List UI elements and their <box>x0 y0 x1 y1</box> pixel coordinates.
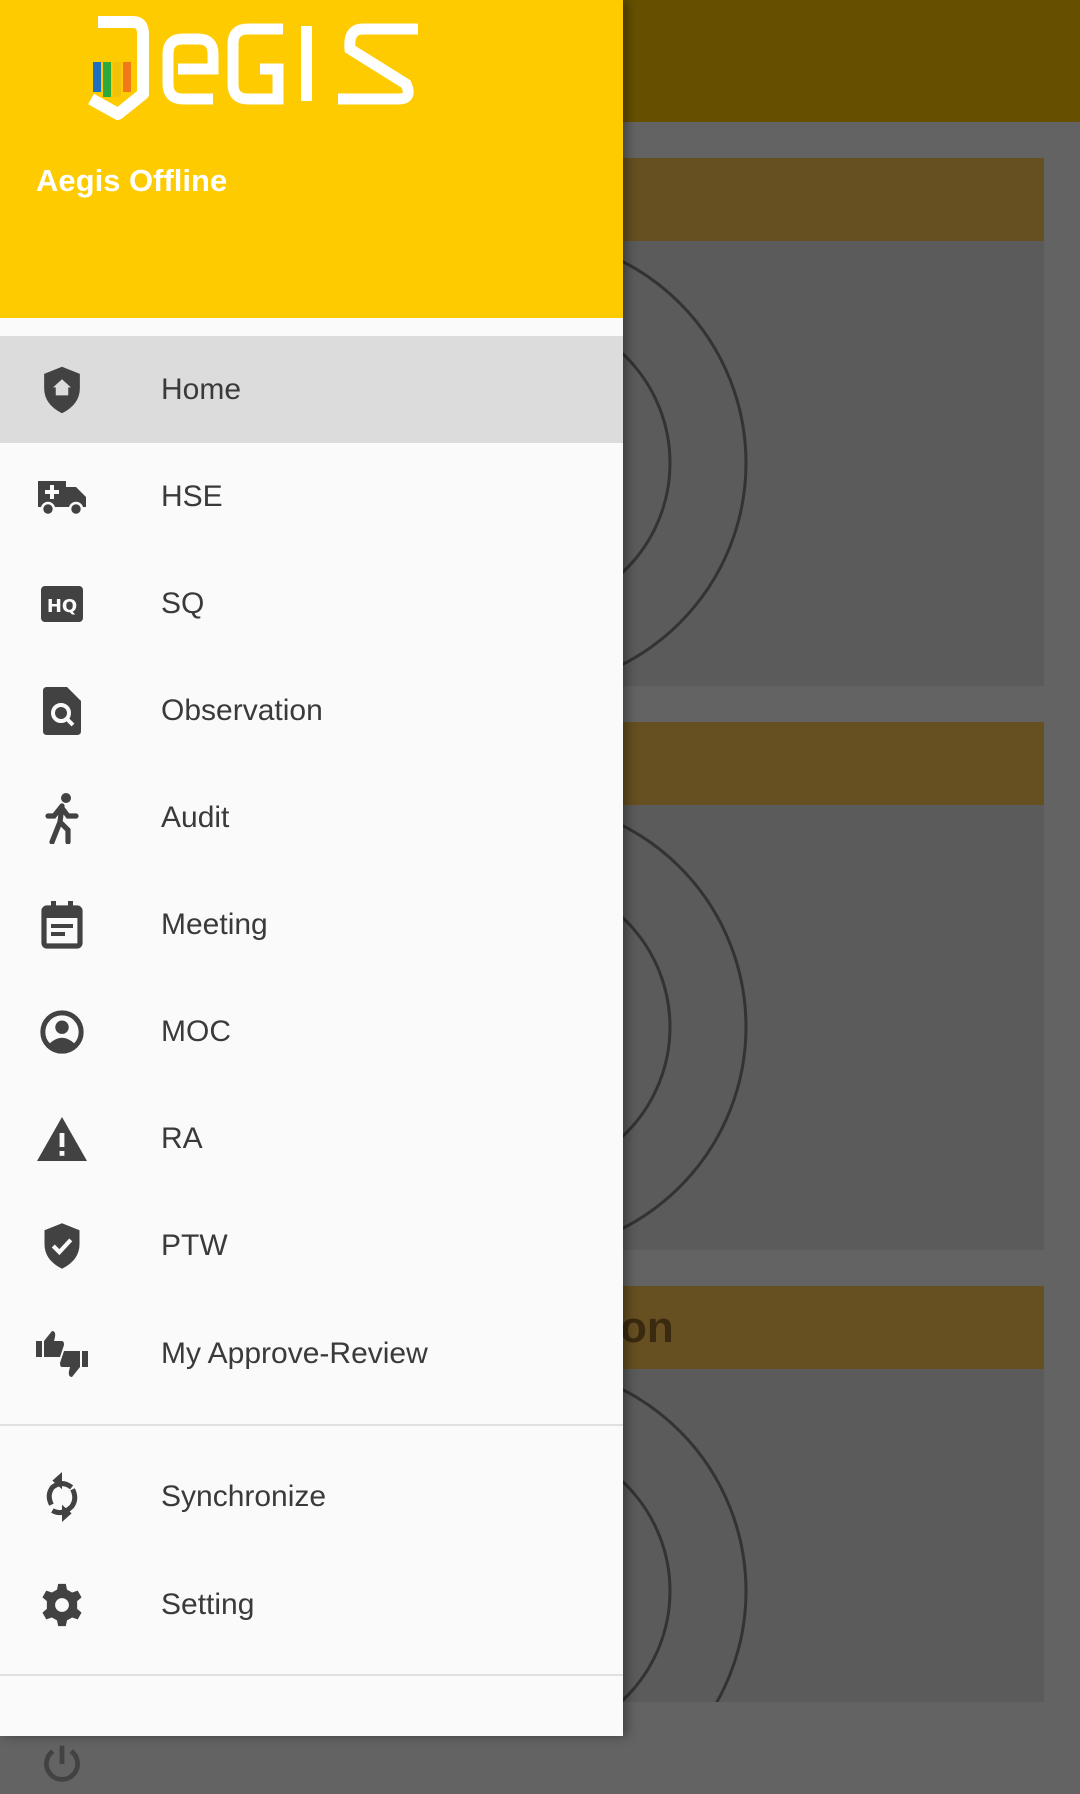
menu-item-setting[interactable]: Setting <box>0 1551 623 1658</box>
drawer-header: Aegis Offline <box>0 0 623 318</box>
menu-item-sq[interactable]: HQ SQ <box>0 550 623 657</box>
menu-item-meeting[interactable]: Meeting <box>0 871 623 978</box>
sync-icon <box>32 1467 92 1527</box>
divider <box>0 1424 623 1426</box>
thumbs-up-down-icon <box>32 1324 92 1384</box>
background-card-2 <box>560 722 1044 1250</box>
shield-home-icon <box>32 360 92 420</box>
menu-label: HSE <box>161 479 223 513</box>
ambulance-icon <box>32 467 92 527</box>
warning-icon <box>32 1109 92 1169</box>
file-search-icon <box>32 681 92 741</box>
menu-item-power[interactable] <box>0 1680 623 1787</box>
card-header: on <box>560 1286 1044 1369</box>
menu-label: Synchronize <box>161 1479 327 1513</box>
menu-label: Observation <box>161 693 323 727</box>
navigation-drawer: Aegis Offline Home HSE HQ SQ Observation… <box>0 0 623 1782</box>
gear-icon <box>32 1575 92 1635</box>
background-card-3: on <box>560 1286 1044 1702</box>
svg-text:HQ: HQ <box>47 596 77 617</box>
menu-item-my-approve-review[interactable]: My Approve-Review <box>0 1300 623 1407</box>
menu-item-audit[interactable]: Audit <box>0 764 623 871</box>
menu-item-moc[interactable]: MOC <box>0 978 623 1085</box>
card-header <box>560 158 1044 241</box>
menu-label: Home <box>161 372 242 406</box>
walking-icon <box>32 788 92 848</box>
menu-item-observation[interactable]: Observation <box>0 657 623 764</box>
menu-item-hse[interactable]: HSE <box>0 443 623 550</box>
background-card-1 <box>560 158 1044 686</box>
aegis-logo <box>88 16 418 120</box>
menu-label: Audit <box>161 800 230 834</box>
menu-label: Meeting <box>161 907 268 941</box>
shield-check-icon <box>32 1216 92 1276</box>
menu-label: RA <box>161 1121 203 1155</box>
menu-item-home[interactable]: Home <box>0 336 623 443</box>
chart-rings-icon <box>560 805 748 1250</box>
menu-item-ra[interactable]: RA <box>0 1085 623 1192</box>
card-header <box>560 722 1044 805</box>
menu-label: SQ <box>161 586 205 620</box>
menu-item-synchronize[interactable]: Synchronize <box>0 1443 623 1550</box>
power-icon <box>32 1734 92 1794</box>
hq-icon: HQ <box>32 574 92 634</box>
chart-rings-icon <box>560 1369 748 1702</box>
account-sync-icon <box>32 1002 92 1062</box>
chart-rings-icon <box>560 241 748 686</box>
menu-label: My Approve-Review <box>161 1336 428 1370</box>
menu-label: MOC <box>161 1014 231 1048</box>
menu-label: Setting <box>161 1587 255 1621</box>
menu-item-ptw[interactable]: PTW <box>0 1192 623 1299</box>
menu-label: PTW <box>161 1228 228 1262</box>
app-name: Aegis Offline <box>36 163 228 198</box>
divider <box>0 1674 623 1676</box>
calendar-text-icon <box>32 895 92 955</box>
